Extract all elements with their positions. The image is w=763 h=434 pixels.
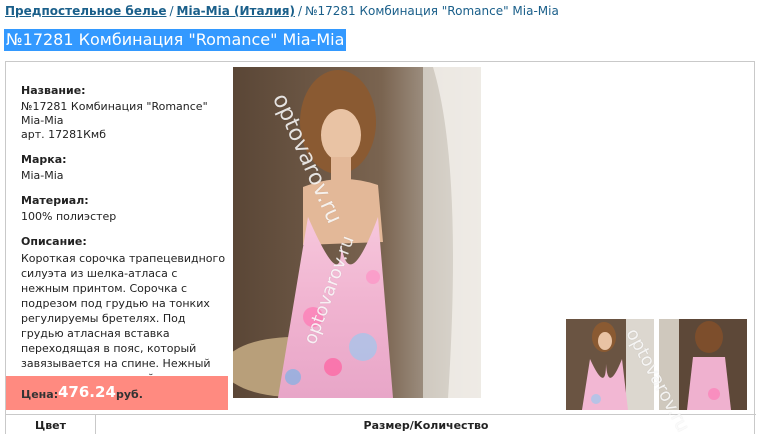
- product-article: арт. 17281Кмб: [21, 128, 107, 141]
- product-card: Название: №17281 Комбинация "Romance" Mi…: [5, 61, 756, 434]
- breadcrumb-current: №17281 Комбинация "Romance" Mia-Mia: [305, 4, 559, 18]
- variants-table-header: Цвет Размер/Количество: [6, 414, 756, 434]
- breadcrumb-link-lingerie[interactable]: Предпостельное белье: [5, 4, 166, 18]
- description-label: Описание:: [21, 235, 87, 248]
- breadcrumb-separator: /: [297, 4, 302, 18]
- material-block: Материал: 100% полиэстер: [21, 194, 226, 224]
- price-value: 476.24: [58, 383, 116, 401]
- breadcrumb: Предпостельное белье / Mia-Mia (Италия) / №1…: [5, 4, 559, 18]
- column-header-color: Цвет: [6, 415, 96, 434]
- price-box: Цена: 476.24 руб.: [6, 376, 228, 410]
- brand-label: Марка:: [21, 153, 67, 166]
- price-currency: руб.: [116, 388, 143, 401]
- thumbnail-back[interactable]: [659, 319, 747, 410]
- product-name: №17281 Комбинация "Romance": [21, 100, 208, 113]
- column-header-size-quantity: Размер/Количество: [363, 418, 489, 432]
- material-value: 100% полиэстер: [21, 210, 117, 223]
- main-product-photo[interactable]: [233, 67, 481, 398]
- name-label: Название:: [21, 84, 86, 97]
- price-label: Цена:: [21, 388, 59, 401]
- brand-block: Марка: Mia-Mia: [21, 153, 226, 183]
- page-title: №17281 Комбинация "Romance" Mia-Mia: [4, 29, 347, 51]
- breadcrumb-link-brand[interactable]: Mia-Mia (Италия): [177, 4, 295, 18]
- name-block: Название: №17281 Комбинация "Romance" Mi…: [21, 84, 226, 142]
- product-info: Название: №17281 Комбинация "Romance" Mi…: [21, 84, 226, 412]
- material-label: Материал:: [21, 194, 89, 207]
- brand-value: Mia-Mia: [21, 169, 64, 182]
- thumbnail-front[interactable]: [566, 319, 654, 410]
- product-name-brand: Mia-Mia: [21, 114, 64, 127]
- breadcrumb-separator: /: [169, 4, 174, 18]
